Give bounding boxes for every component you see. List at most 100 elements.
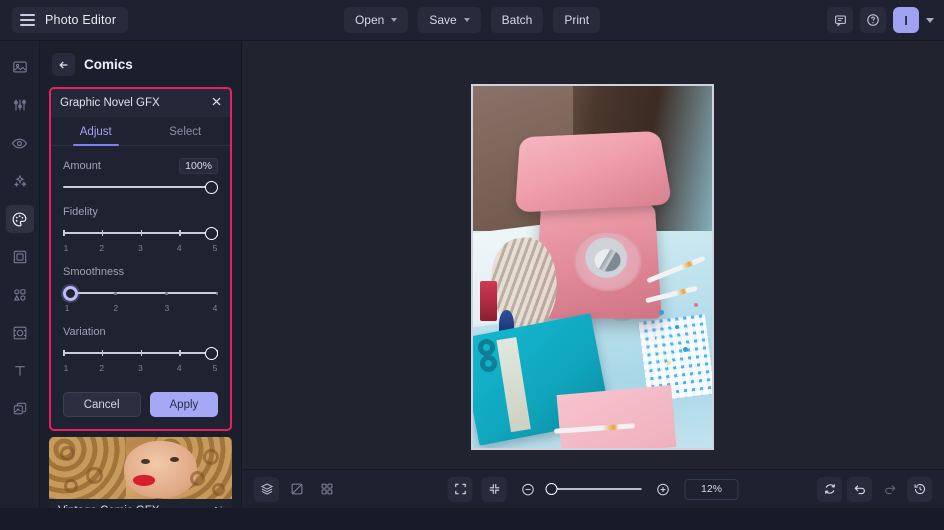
pink-paper	[556, 385, 677, 448]
panel-tabs: Adjust Select	[51, 117, 230, 146]
control-variation: Variation 1 2 3 4 5	[63, 322, 218, 376]
save-button[interactable]: Save	[418, 7, 481, 33]
hamburger-icon[interactable]	[20, 14, 35, 26]
preset-thumbnail	[49, 437, 232, 499]
rail-item-focus-crop[interactable]	[6, 319, 34, 347]
effect-settings-panel: Graphic Novel GFX Adjust Select Amount 1…	[49, 87, 232, 431]
open-button[interactable]: Open	[343, 7, 409, 33]
scissors	[477, 339, 526, 390]
phone-dial	[571, 231, 643, 292]
rail-item-shapes[interactable]	[6, 281, 34, 309]
scale-tick-label: 3	[138, 243, 143, 253]
fidelity-scale: 1 2 3 4 5	[63, 243, 218, 256]
open-label: Open	[354, 13, 385, 27]
slider-handle[interactable]	[205, 346, 218, 360]
fit-screen-icon[interactable]	[447, 476, 473, 502]
amount-slider[interactable]	[63, 178, 218, 196]
zoom-out-icon[interactable]	[516, 477, 541, 502]
phone-handset	[515, 131, 674, 213]
rail-item-adjustments[interactable]	[6, 91, 34, 119]
close-icon[interactable]	[211, 94, 222, 112]
compare-icon[interactable]	[284, 477, 309, 502]
undo-icon[interactable]	[847, 476, 872, 502]
scale-tick-label: 1	[64, 303, 70, 313]
help-circle-icon[interactable]	[860, 7, 886, 33]
rail-item-text[interactable]	[6, 357, 34, 385]
slider-handle[interactable]	[205, 180, 218, 194]
rail-item-frame[interactable]	[6, 243, 34, 271]
smoothness-slider[interactable]	[63, 284, 218, 302]
sidebar-header: Comics	[40, 41, 241, 84]
comment-icon[interactable]	[827, 7, 853, 33]
scale-tick-label: 4	[176, 243, 182, 253]
chevron-down-icon	[391, 18, 398, 22]
back-button[interactable]	[52, 53, 75, 76]
zoom-slider[interactable]	[545, 482, 642, 495]
control-amount: Amount 100%	[63, 156, 218, 196]
account-chevron-down-icon[interactable]	[926, 17, 934, 23]
app-title: Photo Editor	[45, 13, 117, 27]
history-icon[interactable]	[907, 476, 932, 502]
slider-handle[interactable]	[205, 226, 218, 240]
slider-handle[interactable]	[63, 285, 78, 301]
slider-ticks	[63, 290, 218, 296]
app-root: Photo Editor Open Save Batch Print I Com…	[0, 0, 944, 530]
tool-rail	[0, 41, 40, 530]
control-label: Fidelity	[63, 205, 98, 218]
zoom-slider-handle[interactable]	[545, 482, 558, 495]
rail-item-image[interactable]	[6, 53, 34, 81]
variation-scale: 1 2 3 4 5	[63, 363, 218, 376]
scale-tick-label: 1	[63, 363, 69, 373]
shrink-icon[interactable]	[481, 476, 507, 502]
bottom-left-group	[254, 476, 339, 502]
panel-header: Graphic Novel GFX	[51, 89, 230, 117]
slider-track	[63, 186, 218, 188]
fidelity-slider[interactable]	[63, 224, 218, 242]
panel-actions: Cancel Apply	[51, 382, 230, 429]
reset-icon[interactable]	[817, 476, 842, 502]
slider-ticks	[63, 350, 218, 356]
chevron-down-icon	[463, 18, 470, 22]
bottom-right-group	[817, 476, 932, 502]
print-button[interactable]: Print	[553, 7, 601, 33]
zoom-in-icon[interactable]	[651, 477, 676, 502]
panel-title: Graphic Novel GFX	[60, 97, 160, 109]
layers-icon[interactable]	[254, 476, 279, 502]
rail-item-duplicate-layer[interactable]	[6, 395, 34, 423]
scale-tick-label: 1	[63, 243, 69, 253]
panel-controls: Amount 100% Fidelity 1 2 3 4 5 Smoothnes…	[51, 146, 230, 376]
canvas-area[interactable]	[242, 41, 944, 469]
scale-tick-label: 2	[99, 243, 105, 253]
top-action-group: Open Save Batch Print	[343, 7, 601, 33]
top-toolbar: Photo Editor Open Save Batch Print I	[0, 0, 944, 41]
variation-slider[interactable]	[63, 344, 218, 362]
apply-button[interactable]: Apply	[149, 392, 219, 417]
rail-item-visibility[interactable]	[6, 129, 34, 157]
redo-icon[interactable]	[877, 477, 902, 502]
zoom-controls: 12%	[447, 476, 739, 502]
batch-button[interactable]: Batch	[490, 7, 544, 33]
tab-select[interactable]: Select	[141, 117, 231, 145]
tab-adjust[interactable]: Adjust	[51, 117, 141, 145]
avatar[interactable]: I	[893, 7, 919, 33]
rail-item-palette[interactable]	[5, 205, 34, 233]
scale-tick-label: 3	[138, 363, 143, 373]
scale-tick-label: 2	[113, 303, 119, 313]
amount-value[interactable]: 100%	[179, 157, 218, 174]
scale-tick-label: 5	[212, 243, 218, 253]
smoothness-scale: 1 2 3 4	[63, 303, 218, 316]
rail-item-effects[interactable]	[6, 167, 34, 195]
grid-icon[interactable]	[314, 477, 339, 502]
cancel-button[interactable]: Cancel	[62, 392, 141, 417]
scale-tick-label: 4	[212, 303, 218, 313]
slider-ticks	[63, 230, 218, 236]
save-label: Save	[429, 13, 457, 27]
app-menu-button[interactable]: Photo Editor	[12, 7, 129, 33]
canvas-image[interactable]	[471, 84, 714, 450]
scale-tick-label: 4	[176, 363, 182, 373]
bottom-toolbar: 12%	[242, 469, 944, 508]
window-footer	[0, 508, 944, 530]
zoom-level-input[interactable]: 12%	[684, 478, 739, 500]
control-label: Variation	[63, 325, 106, 338]
control-label: Amount	[63, 159, 101, 172]
